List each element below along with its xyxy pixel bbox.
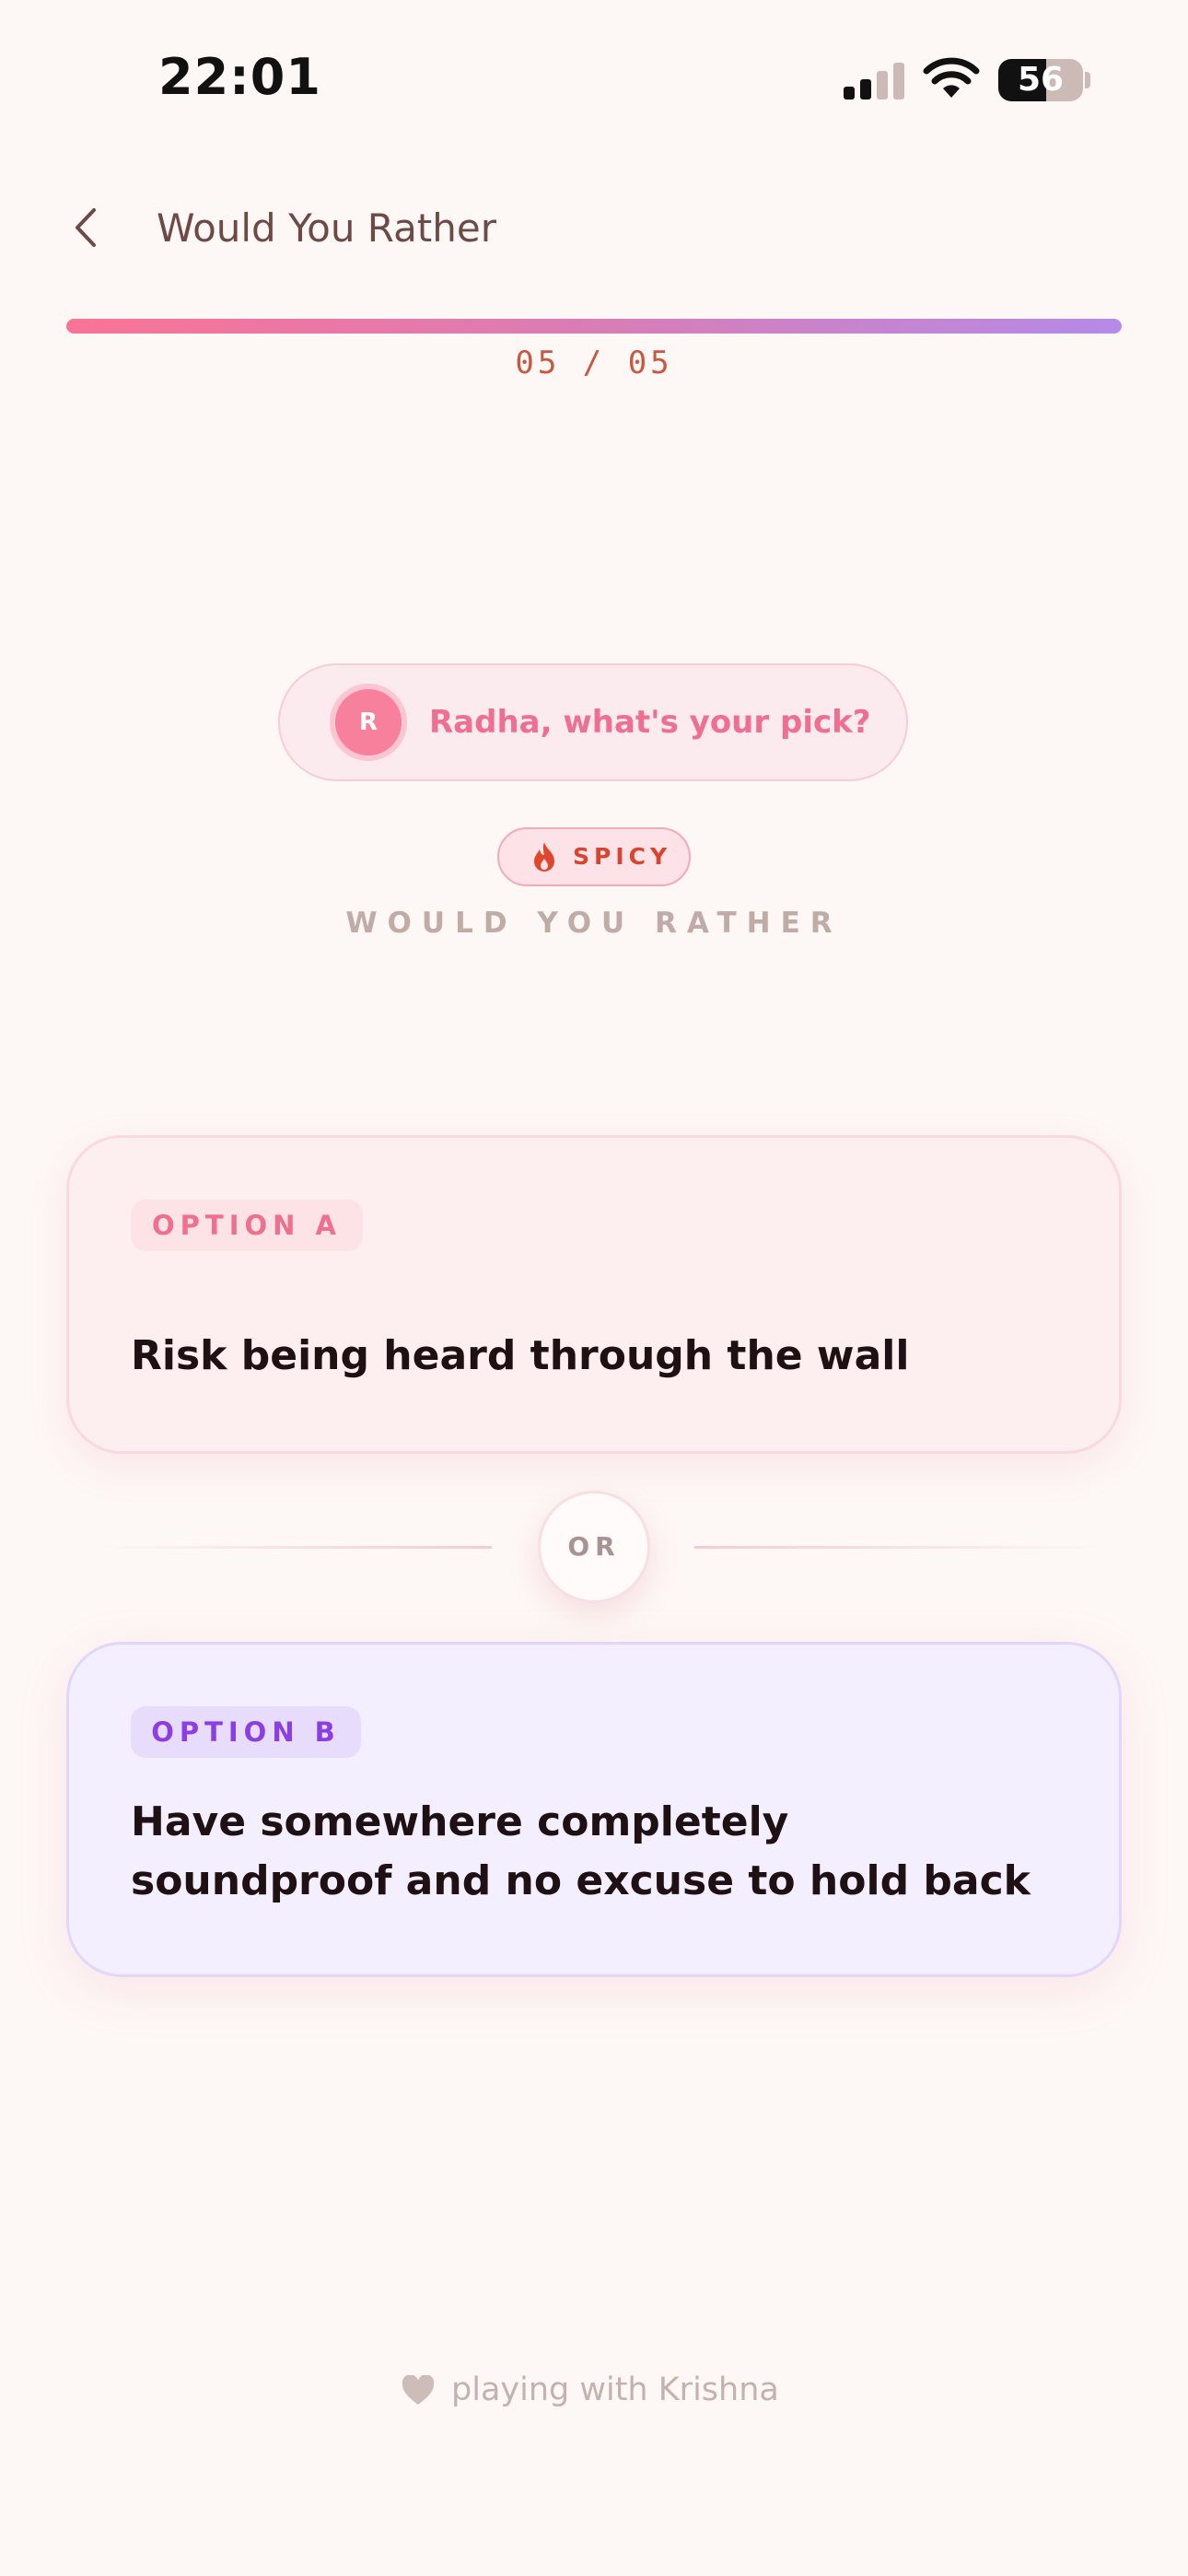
- progress-fill: [66, 319, 1122, 334]
- turn-prompt: Radha, what's your pick?: [429, 704, 871, 741]
- question-counter: 05 / 05: [515, 345, 673, 381]
- option-a-text[interactable]: Risk being heard through the wall: [131, 1329, 1052, 1384]
- cellular-signal-icon: [844, 63, 904, 100]
- page-title: Would You Rather: [157, 205, 496, 251]
- divider-line-left: [101, 1546, 492, 1549]
- option-a-tag-label: OPTION A: [152, 1210, 342, 1241]
- chevron-left-icon[interactable]: [64, 205, 111, 251]
- wifi-icon: [923, 57, 980, 98]
- heart-icon: [402, 2375, 435, 2405]
- battery-cap: [1085, 72, 1090, 88]
- game-subtitle: WOULD YOU RATHER: [345, 907, 843, 940]
- progress-bar: [66, 319, 1122, 334]
- option-b-tag-label: OPTION B: [151, 1716, 341, 1748]
- battery-icon: 56: [998, 59, 1083, 101]
- status-time: 22:01: [158, 48, 321, 106]
- or-label: OR: [567, 1531, 621, 1562]
- spicy-badge-label: SPICY: [573, 843, 672, 870]
- avatar: R: [335, 689, 402, 755]
- battery-level: 56: [1017, 61, 1065, 99]
- footer-text: playing with Krishna: [451, 2371, 779, 2408]
- option-a-card[interactable]: [66, 1135, 1122, 1454]
- option-b-text[interactable]: Have somewhere completely soundproof and…: [131, 1793, 1061, 1911]
- flame-icon: [534, 842, 554, 872]
- divider-line-right: [694, 1546, 1101, 1549]
